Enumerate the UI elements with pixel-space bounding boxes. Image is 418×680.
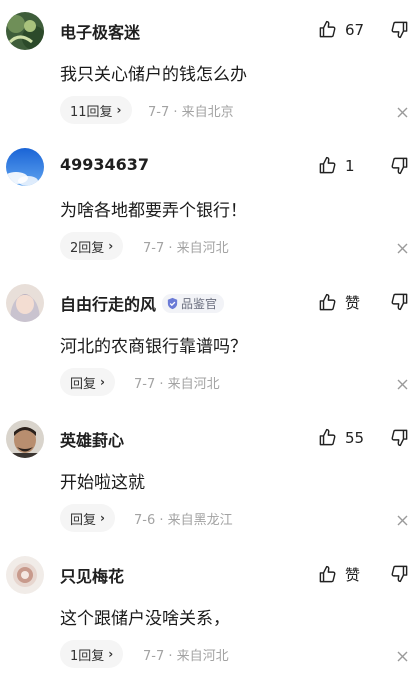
- like-button[interactable]: 67: [318, 20, 364, 39]
- comment-meta: 7-7 · 来自河北: [134, 377, 220, 392]
- reply-button[interactable]: 回复 ›: [60, 504, 115, 532]
- dislike-button[interactable]: [390, 428, 409, 451]
- comment-text: 我只关心储户的钱怎么办: [60, 65, 247, 85]
- avatar[interactable]: [6, 148, 44, 186]
- comment-text: 这个跟储户没啥关系，: [60, 609, 230, 629]
- like-count: 1: [345, 156, 355, 175]
- like-count: 55: [345, 428, 365, 447]
- thumbs-down-icon: [391, 293, 408, 311]
- comment-item: 电子极客迷 67 我只关心储户的钱怎么办 11回复 › 7-7 · 来自北京: [0, 0, 418, 136]
- like-button[interactable]: 1: [318, 156, 355, 175]
- username[interactable]: 只见梅花: [60, 563, 124, 587]
- close-icon: [397, 243, 408, 254]
- avatar[interactable]: [6, 556, 44, 594]
- thumbs-down-icon: [391, 157, 408, 175]
- username[interactable]: 英雄葑心: [60, 427, 124, 451]
- status-badge: 品鉴官: [162, 293, 225, 313]
- chevron-right-icon: ›: [116, 103, 122, 117]
- comment-item: 英雄葑心 55 开始啦这就 回复 › 7-6 · 来自黑龙江: [0, 408, 418, 544]
- like-button[interactable]: 55: [318, 428, 364, 447]
- like-count: 赞: [345, 566, 361, 584]
- comment-item: 自由行走的风 品鉴官 赞 河北的农商银行靠谱吗？ 回复 › 7-7 · 来自河北: [0, 272, 418, 408]
- comment-meta: 7-7 · 来自河北: [143, 241, 229, 256]
- thumbs-down-icon: [391, 21, 408, 39]
- dislike-button[interactable]: [390, 292, 409, 315]
- comment-item: 只见梅花 赞 这个跟储户没啥关系， 1回复 › 7-7 · 来自河北: [0, 544, 418, 680]
- avatar[interactable]: [6, 12, 44, 50]
- close-icon: [397, 379, 408, 390]
- thumbs-up-icon: [319, 20, 336, 38]
- thumbs-up-icon: [319, 565, 336, 583]
- close-icon: [397, 515, 408, 526]
- close-icon: [397, 107, 408, 118]
- close-button[interactable]: [397, 103, 408, 122]
- thumbs-up-icon: [319, 428, 336, 446]
- reply-button[interactable]: 回复 ›: [60, 368, 115, 396]
- chevron-right-icon: ›: [100, 375, 105, 389]
- username[interactable]: 自由行走的风 品鉴官: [60, 291, 225, 315]
- like-count: 赞: [345, 294, 361, 312]
- close-button[interactable]: [397, 239, 408, 258]
- replies-button[interactable]: 11回复 ›: [60, 96, 132, 124]
- verified-badge-icon: [167, 297, 178, 309]
- like-count: 67: [345, 20, 365, 39]
- avatar[interactable]: [6, 284, 44, 322]
- comment-text: 开始啦这就: [60, 473, 145, 493]
- thumbs-down-icon: [391, 429, 408, 447]
- close-icon: [397, 651, 408, 662]
- username[interactable]: 49934637: [60, 155, 149, 174]
- close-button[interactable]: [397, 375, 408, 394]
- thumbs-up-icon: [319, 156, 336, 174]
- chevron-right-icon: ›: [108, 239, 114, 253]
- dislike-button[interactable]: [390, 564, 409, 587]
- thumbs-down-icon: [391, 565, 408, 583]
- dislike-button[interactable]: [390, 156, 409, 179]
- comment-text: 河北的农商银行靠谱吗？: [60, 337, 247, 357]
- comment-item: 49934637 1 为啥各地都要弄个银行！ 2回复 › 7-7 · 来自河北: [0, 136, 418, 272]
- comment-meta: 7-7 · 来自北京: [148, 105, 234, 120]
- comment-text: 为啥各地都要弄个银行！: [60, 201, 247, 221]
- replies-button[interactable]: 2回复 ›: [60, 232, 124, 260]
- dislike-button[interactable]: [390, 20, 409, 43]
- avatar[interactable]: [6, 420, 44, 458]
- close-button[interactable]: [397, 647, 408, 666]
- replies-button[interactable]: 1回复 ›: [60, 640, 124, 668]
- thumbs-up-icon: [319, 293, 336, 311]
- comment-meta: 7-7 · 来自河北: [143, 649, 229, 664]
- close-button[interactable]: [397, 511, 408, 530]
- like-button[interactable]: 赞: [318, 292, 360, 313]
- comment-meta: 7-6 · 来自黑龙江: [134, 513, 233, 528]
- like-button[interactable]: 赞: [318, 564, 360, 585]
- username[interactable]: 电子极客迷: [60, 19, 140, 43]
- chevron-right-icon: ›: [100, 511, 105, 525]
- chevron-right-icon: ›: [108, 647, 114, 661]
